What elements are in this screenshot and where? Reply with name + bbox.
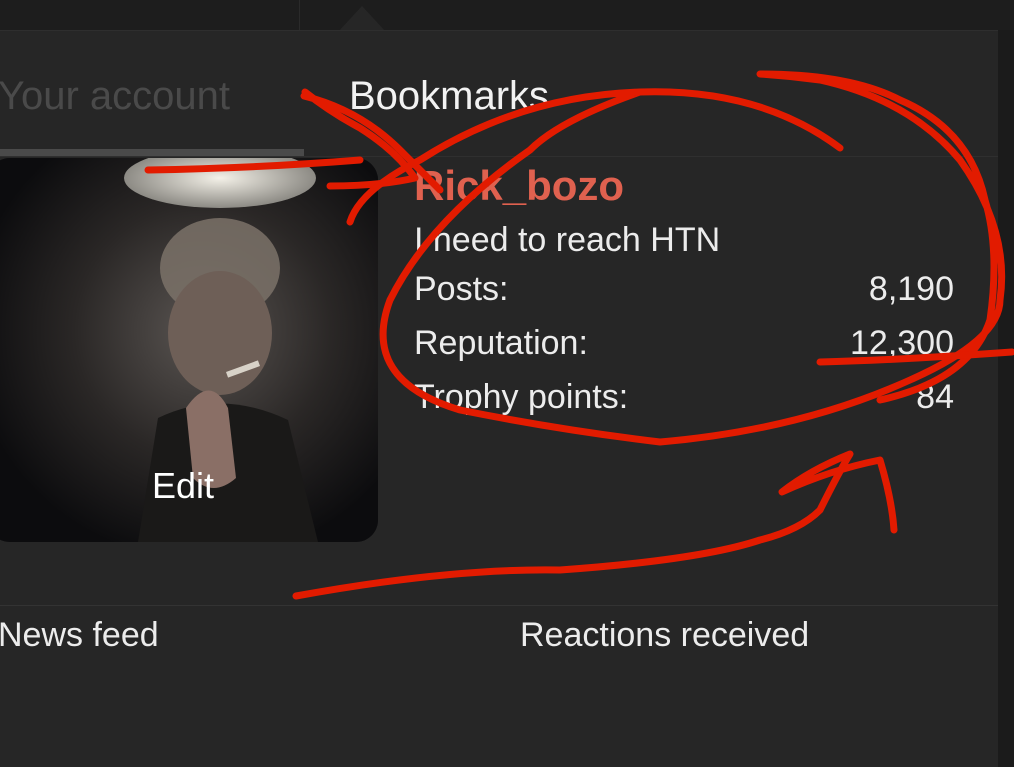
stat-value: 84	[916, 378, 954, 416]
stat-posts: Posts: 8,190	[414, 262, 954, 316]
stat-label: Posts:	[414, 270, 509, 308]
stat-value: 8,190	[868, 270, 954, 308]
avatar-edit-button[interactable]: Edit	[152, 466, 214, 506]
stat-trophy-points: Trophy points: 84	[414, 370, 954, 424]
top-bar-segment	[0, 0, 300, 30]
popup-pointer	[338, 6, 386, 32]
news-feed-link[interactable]: News feed	[0, 613, 159, 657]
tab-your-account[interactable]: Your account	[0, 71, 230, 121]
profile-user-title: I need to reach HTN	[414, 221, 721, 259]
stat-label: Trophy points:	[414, 378, 629, 416]
section-divider	[0, 605, 998, 606]
reactions-received-link[interactable]: Reactions received	[520, 613, 809, 657]
stat-label: Reputation:	[414, 324, 588, 362]
popup-tabs: Your account Bookmarks	[0, 31, 998, 157]
profile-summary: Rick_bozo I need to reach HTN Posts: 8,1…	[414, 160, 954, 424]
tab-bookmarks[interactable]: Bookmarks	[349, 71, 549, 121]
profile-username[interactable]: Rick_bozo	[414, 160, 954, 212]
stat-value: 12,300	[850, 324, 954, 362]
top-bar	[0, 0, 1014, 30]
tab-active-indicator	[0, 149, 304, 156]
stat-reputation: Reputation: 12,300	[414, 316, 954, 370]
